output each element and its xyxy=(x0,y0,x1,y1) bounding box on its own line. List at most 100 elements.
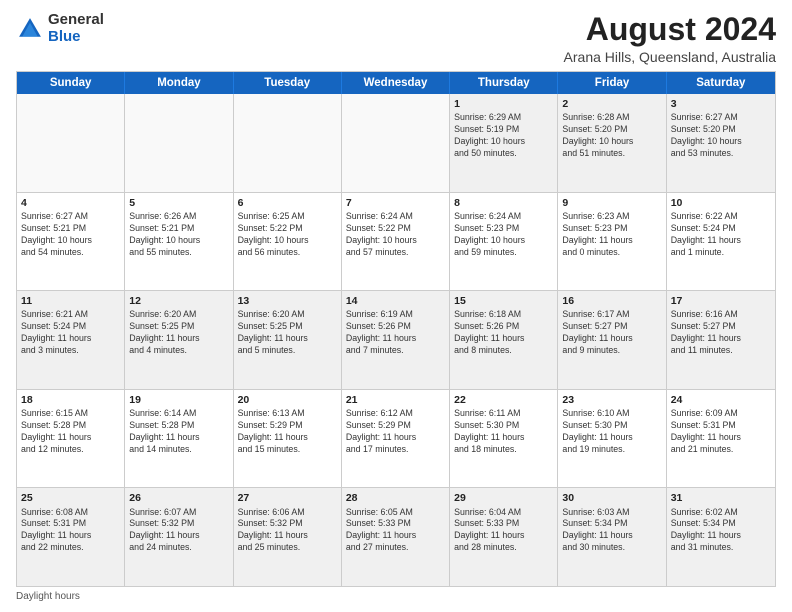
day-number: 21 xyxy=(346,393,445,407)
day-number: 8 xyxy=(454,196,553,210)
logo-text: General Blue xyxy=(48,12,104,45)
cell-info: Sunrise: 6:11 AMSunset: 5:30 PMDaylight:… xyxy=(454,408,553,456)
calendar-cell-1: 1Sunrise: 6:29 AMSunset: 5:19 PMDaylight… xyxy=(450,94,558,192)
day-number: 25 xyxy=(21,491,120,505)
calendar-cell-26: 26Sunrise: 6:07 AMSunset: 5:32 PMDayligh… xyxy=(125,488,233,586)
calendar-cell-28: 28 Sunrise: 6:05 AMSunset: 5:33 PMDayligh… xyxy=(342,488,450,586)
calendar-cell-13: 13Sunrise: 6:20 AMSunset: 5:25 PMDayligh… xyxy=(234,291,342,389)
calendar-cell-17: 17Sunrise: 6:16 AMSunset: 5:27 PMDayligh… xyxy=(667,291,775,389)
calendar-cell-3: 3Sunrise: 6:27 AMSunset: 5:20 PMDaylight… xyxy=(667,94,775,192)
day-of-week-monday: Monday xyxy=(125,72,233,94)
day-number: 31 xyxy=(671,491,771,505)
day-number: 18 xyxy=(21,393,120,407)
cell-info: Sunrise: 6:24 AMSunset: 5:22 PMDaylight:… xyxy=(346,211,445,259)
day-number: 28 xyxy=(346,491,445,505)
cell-info: Sunrise: 6:06 AMSunset: 5:32 PMDaylight:… xyxy=(238,507,337,555)
day-number: 2 xyxy=(562,97,661,111)
cell-info: Sunrise: 6:21 AMSunset: 5:24 PMDaylight:… xyxy=(21,309,120,357)
day-number: 29 xyxy=(454,491,553,505)
calendar-cell-8: 8Sunrise: 6:24 AMSunset: 5:23 PMDaylight… xyxy=(450,193,558,291)
calendar: SundayMondayTuesdayWednesdayThursdayFrid… xyxy=(16,71,776,587)
day-number: 20 xyxy=(238,393,337,407)
day-number: 7 xyxy=(346,196,445,210)
cell-info: Sunrise: 6:16 AMSunset: 5:27 PMDaylight:… xyxy=(671,309,771,357)
calendar-cell-14: 14Sunrise: 6:19 AMSunset: 5:26 PMDayligh… xyxy=(342,291,450,389)
day-number: 10 xyxy=(671,196,771,210)
day-number: 12 xyxy=(129,294,228,308)
calendar-cell-5: 5Sunrise: 6:26 AMSunset: 5:21 PMDaylight… xyxy=(125,193,233,291)
cell-info: Sunrise: 6:03 AMSunset: 5:34 PMDaylight:… xyxy=(562,507,661,555)
calendar-week-3: 18Sunrise: 6:15 AMSunset: 5:28 PMDayligh… xyxy=(17,390,775,489)
cell-info: Sunrise: 6:17 AMSunset: 5:27 PMDaylight:… xyxy=(562,309,661,357)
calendar-cell-9: 9Sunrise: 6:23 AMSunset: 5:23 PMDaylight… xyxy=(558,193,666,291)
calendar-cell-27: 27Sunrise: 6:06 AMSunset: 5:32 PMDayligh… xyxy=(234,488,342,586)
calendar-week-4: 25Sunrise: 6:08 AMSunset: 5:31 PMDayligh… xyxy=(17,488,775,586)
title-block: August 2024 Arana Hills, Queensland, Aus… xyxy=(564,12,776,65)
cell-info: Sunrise: 6:25 AMSunset: 5:22 PMDaylight:… xyxy=(238,211,337,259)
cell-info: Sunrise: 6:18 AMSunset: 5:26 PMDaylight:… xyxy=(454,309,553,357)
day-of-week-friday: Friday xyxy=(558,72,666,94)
calendar-cell-30: 30 Sunrise: 6:03 AMSunset: 5:34 PMDayligh… xyxy=(558,488,666,586)
cell-info: Sunrise: 6:22 AMSunset: 5:24 PMDaylight:… xyxy=(671,211,771,259)
calendar-cell-4: 4Sunrise: 6:27 AMSunset: 5:21 PMDaylight… xyxy=(17,193,125,291)
calendar-cell-23: 23Sunrise: 6:10 AMSunset: 5:30 PMDayligh… xyxy=(558,390,666,488)
day-of-week-saturday: Saturday xyxy=(667,72,775,94)
cell-info: Sunrise: 6:26 AMSunset: 5:21 PMDaylight:… xyxy=(129,211,228,259)
cell-info: Sunrise: 6:27 AMSunset: 5:21 PMDaylight:… xyxy=(21,211,120,259)
logo-icon xyxy=(16,15,44,43)
day-number: 3 xyxy=(671,97,771,111)
calendar-cell-20: 20Sunrise: 6:13 AMSunset: 5:29 PMDayligh… xyxy=(234,390,342,488)
calendar-cell-21: 21Sunrise: 6:12 AMSunset: 5:29 PMDayligh… xyxy=(342,390,450,488)
day-number: 30 xyxy=(562,491,661,505)
cell-info: Sunrise: 6:02 AMSunset: 5:34 PMDaylight:… xyxy=(671,507,771,555)
calendar-cell-10: 10Sunrise: 6:22 AMSunset: 5:24 PMDayligh… xyxy=(667,193,775,291)
calendar-cell-empty-2 xyxy=(234,94,342,192)
calendar-cell-15: 15Sunrise: 6:18 AMSunset: 5:26 PMDayligh… xyxy=(450,291,558,389)
day-number: 9 xyxy=(562,196,661,210)
cell-info: Sunrise: 6:29 AMSunset: 5:19 PMDaylight:… xyxy=(454,112,553,160)
day-number: 19 xyxy=(129,393,228,407)
calendar-cell-29: 29Sunrise: 6:04 AMSunset: 5:33 PMDayligh… xyxy=(450,488,558,586)
logo-blue: Blue xyxy=(48,28,81,45)
page: General Blue August 2024 Arana Hills, Qu… xyxy=(0,0,792,612)
logo-general: General xyxy=(48,11,104,28)
day-of-week-tuesday: Tuesday xyxy=(234,72,342,94)
day-number: 22 xyxy=(454,393,553,407)
subtitle: Arana Hills, Queensland, Australia xyxy=(564,49,776,65)
cell-info: Sunrise: 6:23 AMSunset: 5:23 PMDaylight:… xyxy=(562,211,661,259)
day-number: 4 xyxy=(21,196,120,210)
day-number: 17 xyxy=(671,294,771,308)
header: General Blue August 2024 Arana Hills, Qu… xyxy=(16,12,776,65)
calendar-cell-24: 24Sunrise: 6:09 AMSunset: 5:31 PMDayligh… xyxy=(667,390,775,488)
cell-info: Sunrise: 6:05 AMSunset: 5:33 PMDaylight:… xyxy=(346,507,445,555)
day-number: 26 xyxy=(129,491,228,505)
calendar-cell-6: 6Sunrise: 6:25 AMSunset: 5:22 PMDaylight… xyxy=(234,193,342,291)
calendar-cell-25: 25Sunrise: 6:08 AMSunset: 5:31 PMDayligh… xyxy=(17,488,125,586)
cell-info: Sunrise: 6:20 AMSunset: 5:25 PMDaylight:… xyxy=(129,309,228,357)
calendar-cell-empty-1 xyxy=(125,94,233,192)
calendar-cell-12: 12Sunrise: 6:20 AMSunset: 5:25 PMDayligh… xyxy=(125,291,233,389)
cell-info: Sunrise: 6:13 AMSunset: 5:29 PMDaylight:… xyxy=(238,408,337,456)
main-title: August 2024 xyxy=(564,12,776,47)
calendar-cell-22: 22Sunrise: 6:11 AMSunset: 5:30 PMDayligh… xyxy=(450,390,558,488)
day-of-week-sunday: Sunday xyxy=(17,72,125,94)
day-number: 15 xyxy=(454,294,553,308)
cell-info: Sunrise: 6:24 AMSunset: 5:23 PMDaylight:… xyxy=(454,211,553,259)
calendar-cell-empty-3 xyxy=(342,94,450,192)
calendar-cell-7: 7Sunrise: 6:24 AMSunset: 5:22 PMDaylight… xyxy=(342,193,450,291)
logo: General Blue xyxy=(16,12,104,45)
day-number: 16 xyxy=(562,294,661,308)
calendar-cell-empty-0 xyxy=(17,94,125,192)
calendar-week-0: 1Sunrise: 6:29 AMSunset: 5:19 PMDaylight… xyxy=(17,94,775,193)
day-number: 14 xyxy=(346,294,445,308)
day-number: 1 xyxy=(454,97,553,111)
day-number: 23 xyxy=(562,393,661,407)
cell-info: Sunrise: 6:15 AMSunset: 5:28 PMDaylight:… xyxy=(21,408,120,456)
cell-info: Sunrise: 6:19 AMSunset: 5:26 PMDaylight:… xyxy=(346,309,445,357)
calendar-cell-16: 16Sunrise: 6:17 AMSunset: 5:27 PMDayligh… xyxy=(558,291,666,389)
calendar-cell-2: 2Sunrise: 6:28 AMSunset: 5:20 PMDaylight… xyxy=(558,94,666,192)
day-of-week-wednesday: Wednesday xyxy=(342,72,450,94)
cell-info: Sunrise: 6:27 AMSunset: 5:20 PMDaylight:… xyxy=(671,112,771,160)
day-number: 6 xyxy=(238,196,337,210)
cell-info: Sunrise: 6:28 AMSunset: 5:20 PMDaylight:… xyxy=(562,112,661,160)
